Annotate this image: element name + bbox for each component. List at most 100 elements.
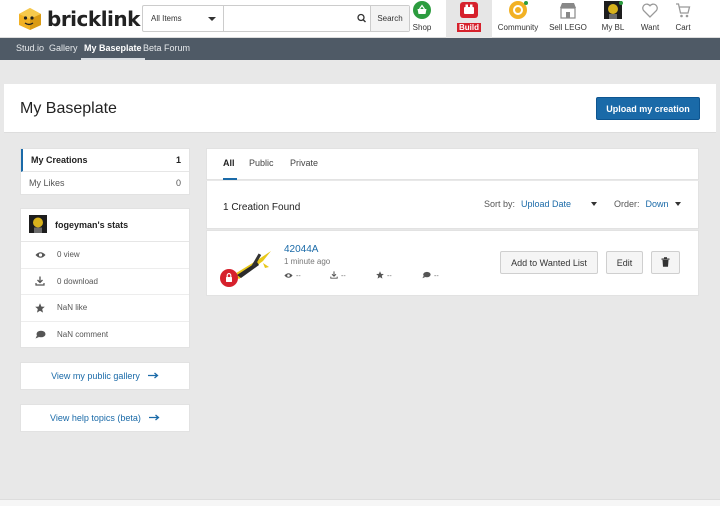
visibility-filter-tabs: All Public Private <box>206 148 699 180</box>
bricklink-logo[interactable]: bricklink <box>18 6 140 32</box>
cart-icon <box>674 1 692 21</box>
footer-edge <box>0 499 720 506</box>
star-icon <box>33 303 47 313</box>
sort-by-value: Upload Date <box>521 199 572 209</box>
tab-my-likes-label: My Likes <box>29 178 65 188</box>
creation-thumbnail[interactable] <box>219 241 275 289</box>
nav-build[interactable]: Build <box>446 0 492 38</box>
creation-stat-comments-value: -- <box>434 272 439 280</box>
creation-stat-likes: -- <box>376 271 422 281</box>
nav-my-bl[interactable]: My BL <box>598 0 628 38</box>
chevron-down-icon <box>591 202 598 206</box>
upload-creation-button[interactable]: Upload my creation <box>596 97 700 120</box>
stat-comments-text: NaN comment <box>57 330 109 340</box>
creation-stat-comments: -- <box>422 271 468 281</box>
nav-cart[interactable]: Cart <box>670 0 696 38</box>
page-header: My Baseplate Upload my creation <box>4 84 716 133</box>
tab-my-likes[interactable]: My Likes 0 <box>21 172 189 195</box>
stat-comments: NaN comment <box>21 322 189 349</box>
view-public-gallery-label: View my public gallery <box>51 371 140 381</box>
sort-by-label: Sort by: <box>484 199 516 209</box>
tab-my-creations-label: My Creations <box>31 155 88 165</box>
creation-title-link[interactable]: 42044A <box>284 244 318 255</box>
user-stats-card: fogeyman's stats 0 view 0 download NaN l… <box>20 208 190 348</box>
tab-my-creations-count: 1 <box>175 155 181 165</box>
view-public-gallery-link[interactable]: View my public gallery <box>20 362 190 390</box>
order-value: Down <box>645 199 669 209</box>
comment-icon <box>422 271 431 281</box>
build-brick-icon <box>459 1 479 21</box>
page-title: My Baseplate <box>20 100 117 117</box>
nav-build-label: Build <box>457 23 481 32</box>
nav-sell-lego[interactable]: Sell LEGO <box>546 0 590 38</box>
view-help-topics-label: View help topics (beta) <box>50 413 141 423</box>
creation-stat-views: -- <box>284 271 330 281</box>
download-icon <box>330 271 338 281</box>
nav-my-bl-label: My BL <box>601 23 625 32</box>
stats-title: fogeyman's stats <box>55 220 129 230</box>
nav-community[interactable]: Community <box>496 0 540 38</box>
trash-icon <box>661 256 670 269</box>
search-bar: All Items Search <box>142 5 410 32</box>
tab-my-creations[interactable]: My Creations 1 <box>21 149 189 172</box>
creation-stats: -- -- -- -- <box>284 271 468 281</box>
creations-tabs: My Creations 1 My Likes 0 <box>20 148 190 195</box>
search-category-select[interactable]: All Items <box>143 6 224 31</box>
search-icon[interactable] <box>354 6 370 31</box>
nav-shop[interactable]: Shop <box>406 0 438 38</box>
creation-timestamp: 1 minute ago <box>284 257 331 266</box>
view-help-topics-link[interactable]: View help topics (beta) <box>20 404 190 432</box>
subnav-studio[interactable]: Stud.io <box>16 38 44 60</box>
subnav-my-baseplate[interactable]: My Baseplate <box>81 38 145 60</box>
search-input[interactable] <box>224 6 354 31</box>
store-icon <box>558 1 578 21</box>
edit-button[interactable]: Edit <box>606 251 643 274</box>
tab-my-likes-count: 0 <box>175 178 181 188</box>
chevron-down-icon <box>208 17 216 21</box>
results-toolbar: 1 Creation Found Sort by: Upload Date Or… <box>206 181 699 229</box>
nav-cart-label: Cart <box>675 23 691 32</box>
stat-views: 0 view <box>21 242 189 269</box>
filter-tab-all[interactable]: All <box>223 158 235 168</box>
stats-header: fogeyman's stats <box>21 209 189 242</box>
filter-tab-public[interactable]: Public <box>249 158 274 168</box>
stat-downloads: 0 download <box>21 269 189 295</box>
nav-sell-lego-label: Sell LEGO <box>549 23 587 32</box>
active-tab-indicator <box>223 178 237 180</box>
star-icon <box>376 271 384 281</box>
add-to-wanted-list-button[interactable]: Add to Wanted List <box>500 251 598 274</box>
shop-basket-icon <box>413 1 431 21</box>
comment-icon <box>33 330 47 339</box>
nav-community-label: Community <box>497 23 539 32</box>
delete-button[interactable] <box>651 251 680 274</box>
download-icon <box>33 276 47 286</box>
stat-views-text: 0 view <box>57 250 80 260</box>
creation-stat-downloads: -- <box>330 271 376 281</box>
stat-likes: NaN like <box>21 295 189 322</box>
search-button[interactable]: Search <box>370 6 409 31</box>
filter-tab-private[interactable]: Private <box>290 158 318 168</box>
top-header: bricklink All Items Search Shop Build Co… <box>0 0 720 38</box>
eye-icon <box>284 272 293 281</box>
nav-want-label: Want <box>640 23 660 32</box>
stat-likes-text: NaN like <box>57 303 88 313</box>
avatar <box>603 1 623 21</box>
subnav-gallery[interactable]: Gallery <box>49 38 78 60</box>
sort-by-control[interactable]: Sort by: Upload Date <box>484 199 598 209</box>
logo-wordmark: bricklink <box>47 7 140 31</box>
creation-item: 42044A 1 minute ago -- -- -- -- Add to W… <box>206 230 699 296</box>
avatar <box>29 215 47 235</box>
chevron-down-icon <box>674 202 681 206</box>
subnav-beta-forum[interactable]: Beta Forum <box>143 38 190 60</box>
sub-navigation: Stud.io Gallery My Baseplate Beta Forum <box>0 38 720 60</box>
search-category-value: All Items <box>151 14 182 23</box>
nav-want[interactable]: Want <box>636 0 664 38</box>
nav-shop-label: Shop <box>412 23 432 32</box>
arrow-right-icon <box>147 371 159 381</box>
creation-stat-views-value: -- <box>296 272 301 280</box>
arrow-right-icon <box>148 413 160 423</box>
results-count: 1 Creation Found <box>223 202 301 213</box>
heart-icon <box>641 1 659 21</box>
brick-logo-icon <box>18 7 42 31</box>
order-control[interactable]: Order: Down <box>614 199 681 209</box>
